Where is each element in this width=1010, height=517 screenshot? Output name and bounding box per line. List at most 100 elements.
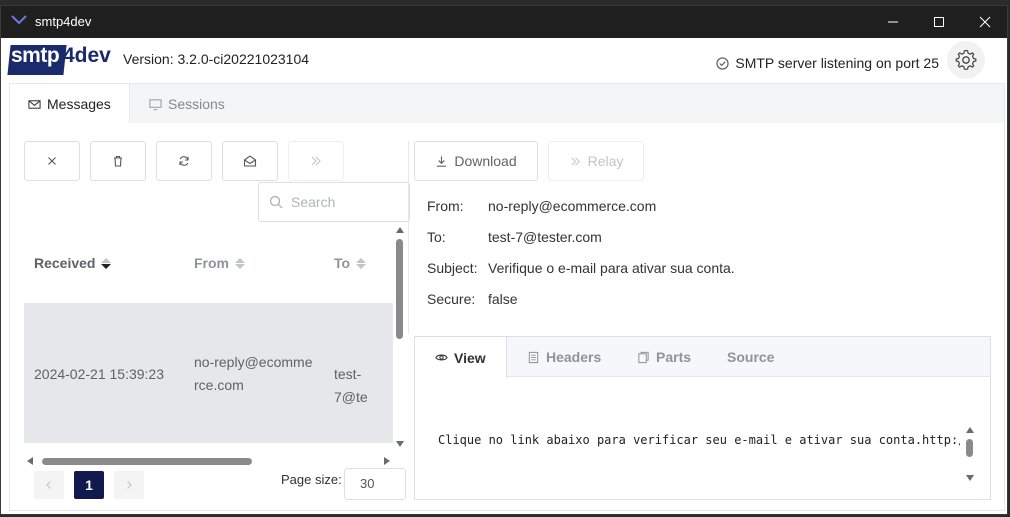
scroll-up-icon[interactable]: [966, 427, 974, 433]
envelope-icon: [28, 99, 41, 109]
cell-to: test-7@te: [334, 366, 368, 405]
sort-icon: [356, 257, 367, 269]
forward-button[interactable]: [288, 141, 344, 181]
cell-from-line1: no-reply@ecomme: [194, 354, 313, 370]
page-size-input[interactable]: 30: [344, 468, 406, 500]
tab-parts[interactable]: Parts: [617, 337, 711, 377]
table-header: Received From To: [24, 233, 394, 301]
column-from[interactable]: From: [194, 255, 245, 271]
maximize-icon: [934, 17, 944, 27]
chevron-right-icon: [127, 481, 132, 489]
search-input[interactable]: [291, 194, 391, 210]
refresh-button[interactable]: [156, 141, 212, 181]
meta-key: Secure:: [427, 291, 476, 307]
window-title: smtp4dev: [35, 14, 92, 29]
sort-desc-icon: [101, 257, 112, 269]
trash-icon: [114, 155, 122, 167]
table-row[interactable]: 2024-02-21 15:39:23 no-reply@ecomme rce.…: [24, 303, 393, 443]
logo-text-left: smtp: [11, 44, 60, 67]
main-tabs: Messages Sessions: [9, 83, 1005, 124]
close-window-button[interactable]: [962, 6, 1007, 38]
tab-parts-label: Parts: [656, 349, 692, 365]
logo: smtp 4dev: [7, 42, 111, 76]
page-size-label: Page size:: [281, 472, 342, 487]
search-box[interactable]: [258, 182, 410, 222]
cell-from-line2: rce.com: [194, 377, 244, 393]
column-to[interactable]: To: [334, 255, 367, 271]
scroll-left-icon[interactable]: [27, 457, 33, 465]
chevron-left-icon: [46, 481, 51, 489]
close-icon: [979, 16, 991, 28]
tab-source[interactable]: Source: [707, 337, 794, 377]
tab-sessions[interactable]: Sessions: [131, 84, 243, 124]
cell-received: 2024-02-21 15:39:23: [34, 366, 164, 382]
meta-key: Subject:: [427, 260, 478, 276]
logo-text-right: 4dev: [63, 44, 111, 67]
pane-splitter[interactable]: [408, 141, 409, 334]
meta-value: Verifique o e-mail para ativar sua conta…: [488, 260, 735, 276]
server-status: SMTP server listening on port 25: [716, 55, 939, 71]
download-label: Download: [454, 153, 517, 169]
meta-key: To:: [427, 229, 446, 245]
tab-view[interactable]: View: [415, 337, 507, 378]
scroll-up-icon[interactable]: [396, 227, 404, 233]
app-window: smtp4dev smtp 4dev Version: 3.2.0-ci2022…: [0, 5, 1008, 515]
chevron-double-right-icon: [311, 156, 321, 166]
delete-button[interactable]: [90, 141, 146, 181]
check-circle-icon: [716, 56, 730, 70]
relay-button[interactable]: Relay: [548, 141, 644, 181]
meta-value: false: [488, 291, 518, 307]
server-status-text: SMTP server listening on port 25: [735, 55, 939, 71]
tab-source-label: Source: [727, 349, 775, 365]
tab-messages[interactable]: Messages: [10, 84, 130, 124]
tab-view-label: View: [454, 349, 486, 366]
app-icon: [11, 15, 27, 25]
tab-sessions-label: Sessions: [168, 96, 225, 112]
column-to-label: To: [334, 255, 351, 271]
clear-button[interactable]: [24, 141, 80, 181]
version-label: Version: 3.2.0-ci20221023104: [123, 51, 310, 67]
scroll-thumb[interactable]: [396, 239, 403, 339]
refresh-icon: [179, 156, 189, 166]
column-received[interactable]: Received: [34, 255, 112, 271]
next-page-button[interactable]: [114, 471, 144, 499]
meta-key: From:: [427, 198, 464, 214]
table-vertical-scrollbar[interactable]: [394, 223, 406, 449]
scroll-thumb[interactable]: [42, 458, 252, 465]
maximize-button[interactable]: [916, 6, 962, 38]
download-button[interactable]: Download: [414, 141, 538, 181]
column-from-label: From: [194, 255, 229, 271]
body-vertical-scrollbar[interactable]: [964, 423, 976, 483]
title-bar[interactable]: smtp4dev: [1, 6, 1007, 38]
meta-value: test-7@tester.com: [488, 229, 602, 245]
message-body-text: Clique no link abaixo para verificar seu…: [438, 433, 960, 447]
messages-panel: Received From To 2024-02-21 15:39:23 no-…: [9, 123, 1005, 511]
prev-page-button[interactable]: [34, 471, 64, 499]
chevron-double-right-icon: [571, 156, 580, 166]
meta-value: no-reply@ecommerce.com: [488, 198, 657, 214]
tab-headers-label: Headers: [546, 349, 602, 365]
mark-read-button[interactable]: [222, 141, 278, 181]
envelope-open-icon: [243, 155, 257, 167]
tab-headers[interactable]: Headers: [507, 337, 621, 377]
message-body-panel: View Headers Parts Source Clique no link…: [414, 336, 991, 500]
close-icon: [48, 157, 56, 165]
table-horizontal-scrollbar[interactable]: [24, 455, 392, 467]
scroll-down-icon[interactable]: [396, 441, 404, 447]
minimize-button[interactable]: [870, 6, 916, 38]
page-number-current[interactable]: 1: [74, 471, 104, 499]
column-received-label: Received: [34, 255, 96, 271]
search-icon: [269, 195, 283, 209]
gear-icon: [955, 49, 977, 70]
relay-label: Relay: [587, 153, 624, 169]
minimize-icon: [888, 21, 898, 23]
monitor-icon: [149, 98, 162, 110]
tab-messages-label: Messages: [47, 96, 111, 112]
scroll-down-icon[interactable]: [966, 475, 974, 481]
document-icon: [528, 351, 539, 363]
sort-icon: [235, 257, 245, 269]
settings-button[interactable]: [947, 41, 985, 79]
scroll-thumb[interactable]: [966, 439, 973, 457]
message-view-tabs: View Headers Parts Source: [415, 337, 990, 378]
scroll-right-icon[interactable]: [384, 457, 390, 465]
